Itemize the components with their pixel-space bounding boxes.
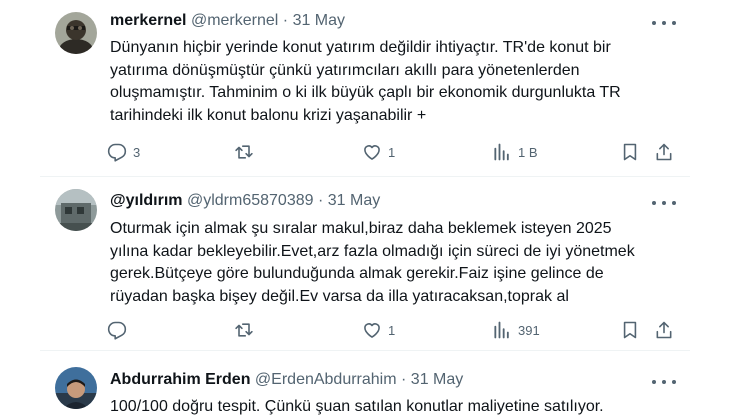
reply-icon [107,321,127,340]
retweet-icon [235,323,253,337]
like-button[interactable]: 1 [362,318,395,342]
display-name[interactable]: @yıldırım [110,192,183,209]
tweet-text-line: Oturmak için almak şu sıralar makul,bira… [110,220,612,237]
tweet-text: Dünyanın hiçbir yerinde konut yatırım de… [110,37,670,127]
like-count: 1 [388,144,396,160]
handle[interactable]: @merkernel [191,12,278,29]
display-name[interactable]: Abdurrahim Erden [110,371,250,388]
share-icon [656,143,672,161]
heart-icon [364,145,380,160]
tweet-text: Oturmak için almak şu sıralar makul,bira… [110,218,670,308]
more-dots-icon[interactable] [652,16,676,30]
views-count: 1 B [518,144,538,160]
tweet-text-line: 100/100 doğru tespit. Çünkü şuan satılan… [110,398,604,415]
bookmark-button[interactable] [620,318,640,342]
views-icon [494,321,509,339]
display-name[interactable]: merkernel [110,12,187,29]
handle[interactable]: @yldrm65870389 [187,192,314,209]
tweet-3[interactable]: Abdurrahim Erden @ErdenAbdurrahim · 31 M… [0,351,690,420]
retweet-button[interactable] [234,140,254,164]
tweet-text-line: Dünyanın hiçbir yerinde konut yatırım de… [110,39,611,56]
share-icon [656,321,672,339]
handle[interactable]: @ErdenAbdurrahim [255,371,397,388]
separator-dot: · [401,371,407,388]
tweet-text-line: rüyadan başka bişey değil.Ev varsa da il… [110,287,569,305]
more-dots-icon[interactable] [652,196,676,210]
separator-dot: · [317,192,324,209]
share-button[interactable] [654,318,674,342]
timestamp[interactable]: 31 May [328,192,380,209]
tweet-header: Abdurrahim Erden @ErdenAbdurrahim · 31 M… [110,371,463,389]
more-dots-icon[interactable] [652,375,676,389]
reply-icon [107,143,127,162]
tweet-text-line: tarihindeki ilk konut balonu krizi yaşan… [110,106,427,124]
bookmark-icon [623,143,637,161]
views-button[interactable]: 391 [492,318,540,342]
tweet-text-line: yılına kadar bekleyebilir.Evet,arz fazla… [110,242,635,260]
tweet-text-line: gerek.Bütçeye göre bulunduğunda almak ge… [110,265,604,282]
tweet-header: @yıldırım @yldrm65870389 · 31 May [110,192,380,210]
separator-dot: · [282,12,289,29]
views-button[interactable]: 1 B [492,140,538,164]
share-button[interactable] [654,140,674,164]
reply-count: 3 [133,144,141,160]
reply-button[interactable] [107,318,133,342]
tweet-header: merkernel @merkernel · 31 May [110,12,345,30]
bookmark-button[interactable] [620,140,640,164]
tweet-text-line: yatırıma dönüşmüştür çünkü yatırımcıları… [110,61,580,79]
retweet-icon [235,145,253,159]
action-bar: 1 391 [0,318,690,342]
like-count: 1 [388,322,396,338]
tweet-text: 100/100 doğru tespit. Çünkü şuan satılan… [110,396,670,419]
timestamp[interactable]: 31 May [411,371,463,388]
tweet-1[interactable]: merkernel @merkernel · 31 May Dünyanın h… [0,0,690,180]
avatar[interactable] [55,189,97,231]
reply-button[interactable]: 3 [107,140,140,164]
tweet-text-line: oluşmamıştır. Tahminim o ki ilk büyük ça… [110,84,621,101]
bookmark-icon [623,321,637,339]
views-icon [494,143,509,161]
views-count: 391 [518,322,540,338]
avatar[interactable] [55,12,97,54]
retweet-button[interactable] [234,318,254,342]
like-button[interactable]: 1 [362,140,395,164]
tweet-2[interactable]: @yıldırım @yldrm65870389 · 31 May Oturma… [0,177,690,349]
timestamp[interactable]: 31 May [293,12,345,29]
avatar[interactable] [55,367,97,409]
action-bar: 3 1 1 B [0,140,690,164]
heart-icon [364,323,380,338]
